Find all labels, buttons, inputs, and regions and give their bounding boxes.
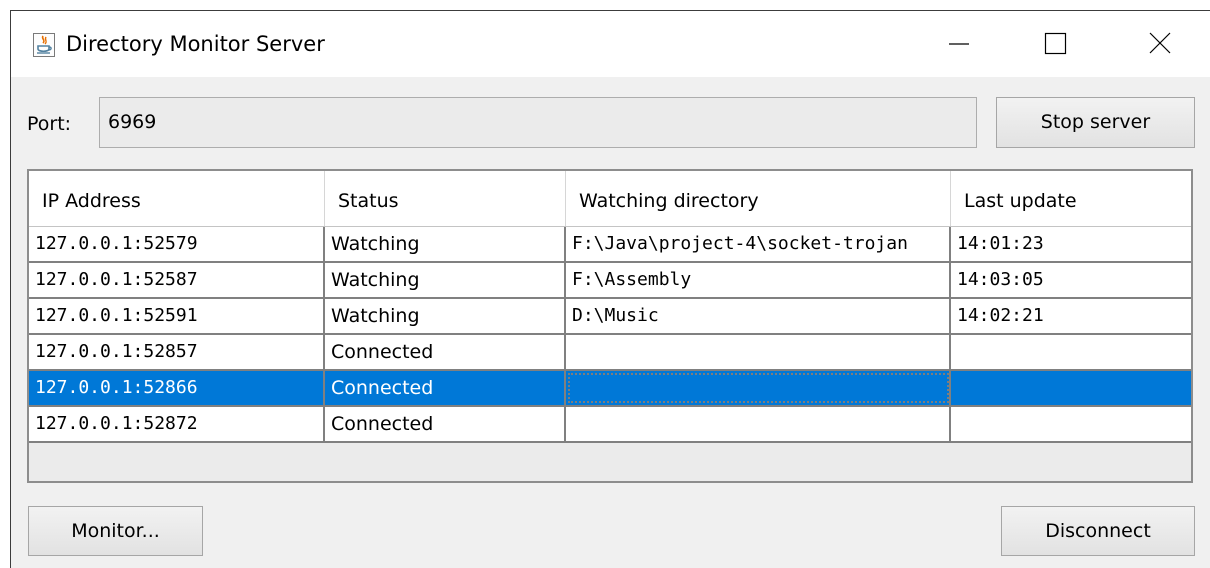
cell-ip: 127.0.0.1:52857 — [29, 335, 325, 369]
table-row[interactable]: 127.0.0.1:52579 Watching F:\Java\project… — [29, 227, 1191, 263]
minimize-button[interactable] — [926, 11, 992, 77]
cell-last-update: 14:03:05 — [957, 269, 1044, 290]
table-row[interactable]: 127.0.0.1:52872 Connected — [29, 407, 1191, 443]
maximize-button[interactable] — [1033, 11, 1099, 77]
cell-status: Connected — [325, 335, 566, 369]
cell-directory — [566, 335, 951, 369]
cell-ip: 127.0.0.1:52587 — [29, 263, 325, 297]
cell-ip: 127.0.0.1:52579 — [29, 227, 325, 261]
cell-status: Watching — [325, 227, 566, 261]
close-icon — [1149, 32, 1171, 54]
cell-status: Watching — [325, 263, 566, 297]
cell-status: Connected — [325, 371, 566, 405]
cell-last-update — [951, 335, 1191, 369]
cell-last-update: 14:01:23 — [957, 233, 1044, 254]
maximize-icon — [1044, 32, 1067, 55]
port-field[interactable]: 6969 — [99, 97, 977, 148]
cell-directory — [566, 407, 951, 441]
cell-ip: 127.0.0.1:52866 — [29, 371, 325, 405]
disconnect-button[interactable]: Disconnect — [1001, 506, 1195, 556]
table-row-selected[interactable]: 127.0.0.1:52866 Connected — [29, 371, 1191, 407]
java-coffee-icon — [33, 33, 55, 57]
column-header-status[interactable]: Status — [325, 171, 566, 226]
close-button[interactable] — [1138, 11, 1204, 77]
cell-directory-focused — [566, 371, 951, 405]
cell-last-update — [951, 407, 1191, 441]
cell-ip: 127.0.0.1:52591 — [29, 299, 325, 333]
cell-last-update — [951, 371, 1191, 405]
cell-directory: F:\Assembly — [566, 263, 951, 297]
table-row[interactable]: 127.0.0.1:52857 Connected — [29, 335, 1191, 371]
minimize-icon — [949, 43, 969, 45]
app-window: Directory Monitor Server Port: 6969 Stop… — [10, 10, 1210, 568]
clients-table[interactable]: IP Address Status Watching directory Las… — [27, 169, 1193, 483]
table-row[interactable]: 127.0.0.1:52591 Watching D:\Music 14:02:… — [29, 299, 1191, 335]
title-bar[interactable]: Directory Monitor Server — [11, 11, 1210, 77]
table-row[interactable]: 127.0.0.1:52587 Watching F:\Assembly 14:… — [29, 263, 1191, 299]
cell-last-update: 14:02:21 — [957, 305, 1044, 326]
column-header-last-update[interactable]: Last update — [951, 171, 1191, 226]
column-header-directory[interactable]: Watching directory — [566, 171, 951, 226]
table-body: 127.0.0.1:52579 Watching F:\Java\project… — [29, 227, 1191, 443]
cell-status: Watching — [325, 299, 566, 333]
cell-directory: F:\Java\project-4\socket-trojan — [566, 227, 951, 261]
monitor-button[interactable]: Monitor... — [28, 506, 203, 556]
cell-directory: D:\Music — [566, 299, 951, 333]
port-label: Port: — [27, 113, 72, 135]
column-header-ip[interactable]: IP Address — [29, 171, 325, 226]
cell-status: Connected — [325, 407, 566, 441]
window-title: Directory Monitor Server — [66, 32, 325, 56]
table-header: IP Address Status Watching directory Las… — [29, 171, 1191, 227]
stop-server-button[interactable]: Stop server — [996, 97, 1195, 148]
cell-ip: 127.0.0.1:52872 — [29, 407, 325, 441]
